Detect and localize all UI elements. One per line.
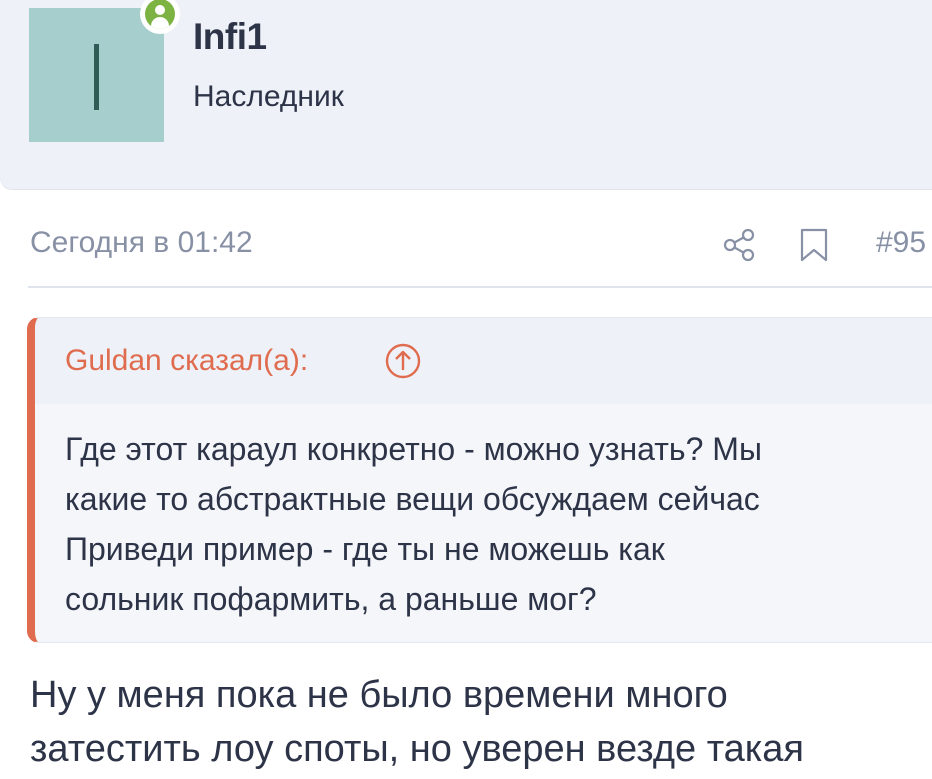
- post-date[interactable]: Сегодня в 01:42: [30, 226, 253, 260]
- quote-header: Guldan сказал(а):: [35, 318, 932, 404]
- username[interactable]: Infi1: [193, 16, 267, 58]
- quote-line: Приведи пример - где ты не можешь как: [65, 531, 665, 567]
- quote-body: Где этот караул конкретно - можно узнать…: [65, 424, 915, 624]
- post-text-line: затестить лоу споты, но уверен везде так…: [30, 728, 804, 770]
- post-body: Ну у меня пока не было времени много зат…: [30, 668, 930, 776]
- user-card: Infi1 Наследник: [0, 0, 932, 190]
- quote-author[interactable]: Guldan сказал(а):: [65, 344, 308, 378]
- post-text-line: Ну у меня пока не было времени много: [30, 674, 728, 716]
- post-number[interactable]: #95: [876, 226, 926, 260]
- divider: [28, 286, 932, 288]
- avatar[interactable]: [29, 8, 164, 142]
- arrow-up-circle-icon[interactable]: [384, 342, 422, 380]
- quote-line: Где этот караул конкретно - можно узнать…: [65, 431, 762, 467]
- bookmark-icon[interactable]: [799, 228, 829, 262]
- post-meta: Сегодня в 01:42 #95: [0, 210, 932, 286]
- online-status-icon: [140, 0, 180, 34]
- avatar-letter: [94, 44, 99, 110]
- user-title: Наследник: [193, 80, 344, 113]
- share-icon[interactable]: [722, 228, 756, 262]
- quote-line: сольник пофармить, а раньше мог?: [65, 581, 597, 617]
- quote-block: Guldan сказал(а): Где этот караул конкре…: [27, 317, 932, 643]
- quote-line: какие то абстрактные вещи обсуждаем сейч…: [65, 481, 760, 517]
